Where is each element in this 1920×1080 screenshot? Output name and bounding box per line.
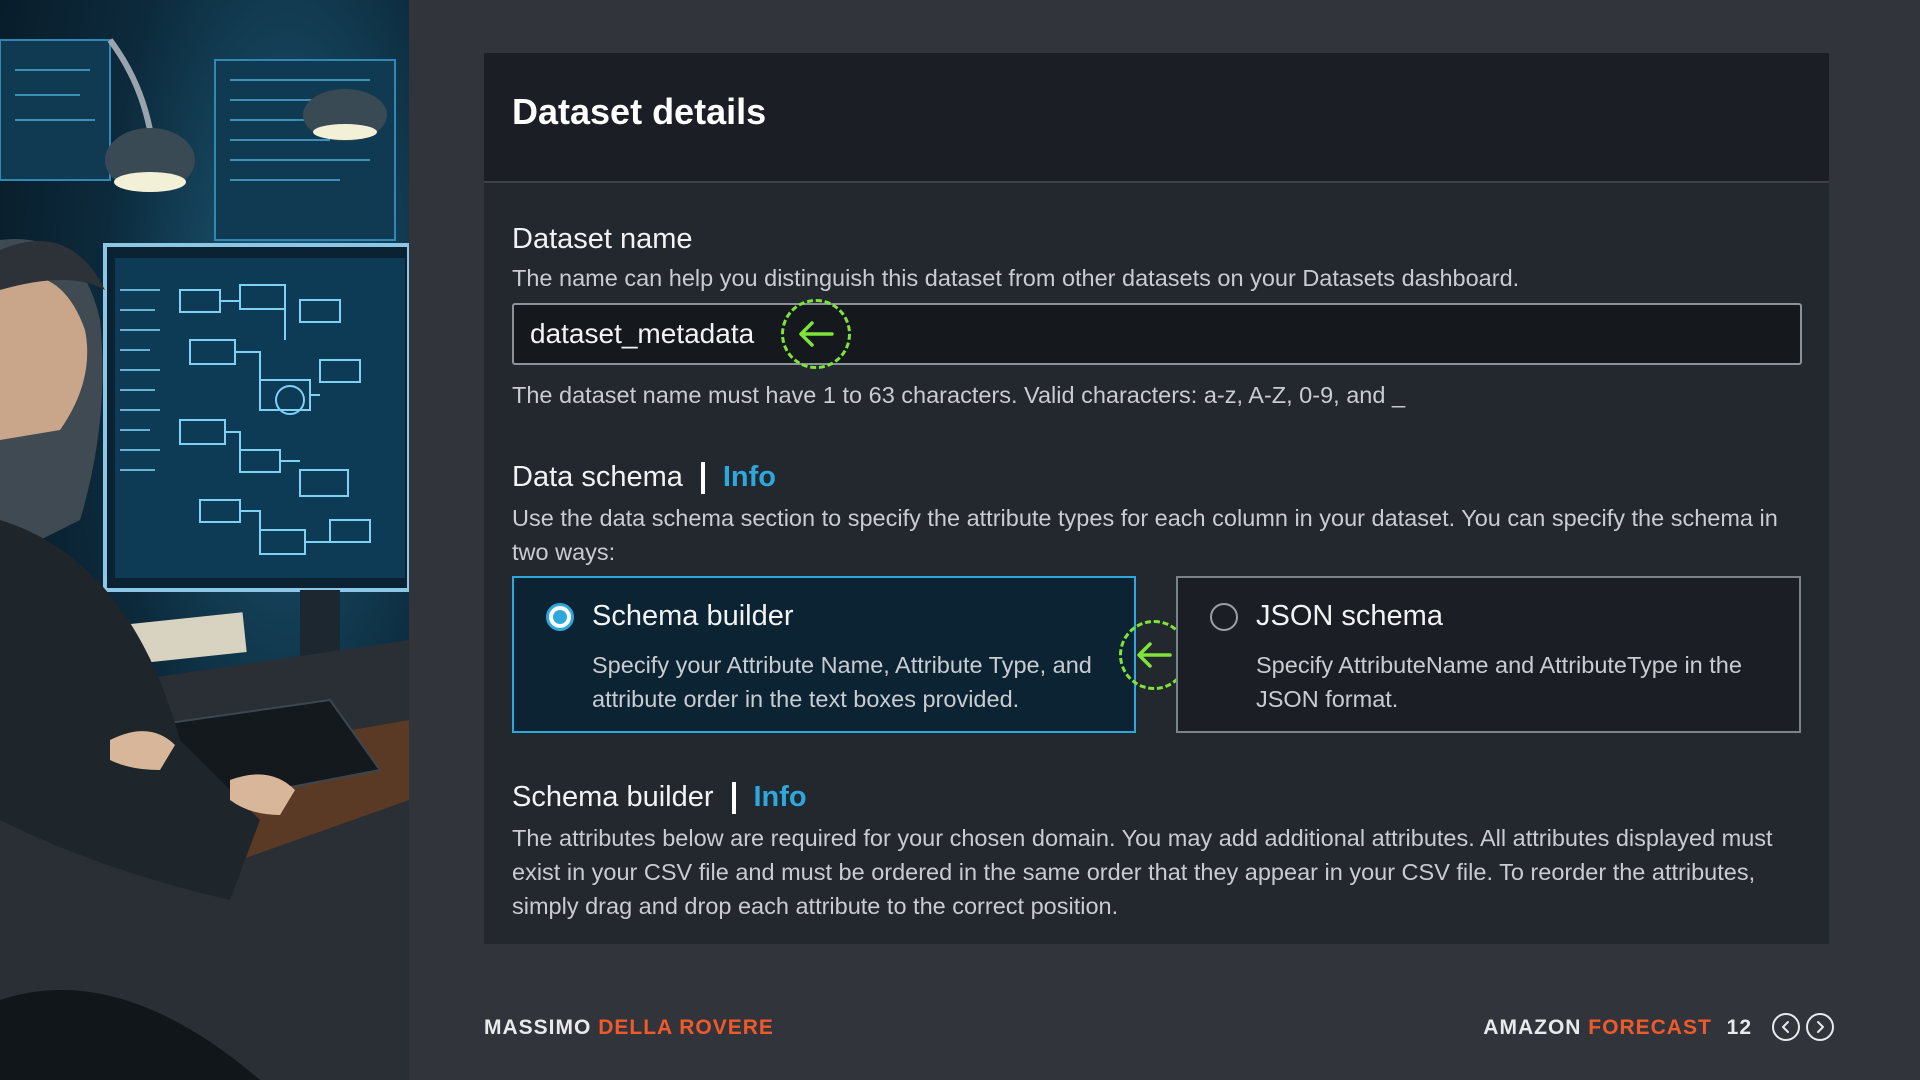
arrow-left-icon [781,299,851,369]
footer-author: MASSIMO DELLA ROVERE [484,1016,774,1040]
data-schema-info-link[interactable]: Info [723,461,776,494]
programmer-at-computer-illustration [0,38,409,1080]
author-first-name: MASSIMO [484,1016,592,1039]
arrow-left-glyph [1137,642,1172,668]
panel-header: Dataset details [484,53,1829,183]
schema-builder-info-link[interactable]: Info [754,781,807,814]
data-schema-label-text: Data schema [512,461,683,493]
footer-brand: AMAZON FORECAST 12 [1483,1016,1752,1040]
schema-builder-option[interactable]: Schema builder Specify your Attribute Na… [512,576,1136,733]
dataset-name-description: The name can help you distinguish this d… [512,265,1520,291]
schema-builder-label-text: Schema builder [512,781,714,813]
json-schema-option[interactable]: JSON schema Specify AttributeName and At… [1176,576,1801,733]
dataset-name-label-text: Dataset name [512,223,693,255]
prev-slide-button[interactable] [1772,1013,1800,1041]
chevron-right-icon [1817,1021,1824,1033]
data-schema-description: Use the data schema section to specify t… [512,505,1778,565]
json-schema-option-title: JSON schema [1256,600,1443,632]
data-schema-label: Data schema Info [512,461,776,494]
json-schema-option-description: Specify AttributeName and AttributeType … [1256,652,1742,712]
schema-builder-description: The attributes below are required for yo… [512,825,1773,919]
schema-builder-option-title: Schema builder [592,600,794,632]
schema-builder-radio[interactable] [546,603,574,631]
page-number: 12 [1726,1016,1752,1039]
brand-second: FORECAST [1588,1016,1712,1039]
dataset-name-value: dataset_metadata [530,318,755,349]
dataset-name-input[interactable]: dataset_metadata [512,303,1802,365]
label-separator [700,461,705,494]
schema-builder-label: Schema builder Info [512,781,807,814]
label-separator [731,781,736,814]
json-schema-radio[interactable] [1210,603,1238,631]
chevron-left-icon [1782,1021,1789,1033]
brand-first: AMAZON [1483,1016,1582,1039]
schema-builder-option-description: Specify your Attribute Name, Attribute T… [592,652,1092,712]
author-last-name: DELLA ROVERE [598,1016,774,1039]
arrow-left-glyph [799,321,834,347]
dataset-name-label: Dataset name [512,223,693,256]
next-slide-button[interactable] [1806,1013,1834,1041]
hero-illustration [0,0,409,1080]
panel-title: Dataset details [512,91,767,132]
dataset-details-panel: Dataset details Dataset name The name ca… [484,53,1829,944]
dataset-name-constraint: The dataset name must have 1 to 63 chara… [512,382,1406,408]
